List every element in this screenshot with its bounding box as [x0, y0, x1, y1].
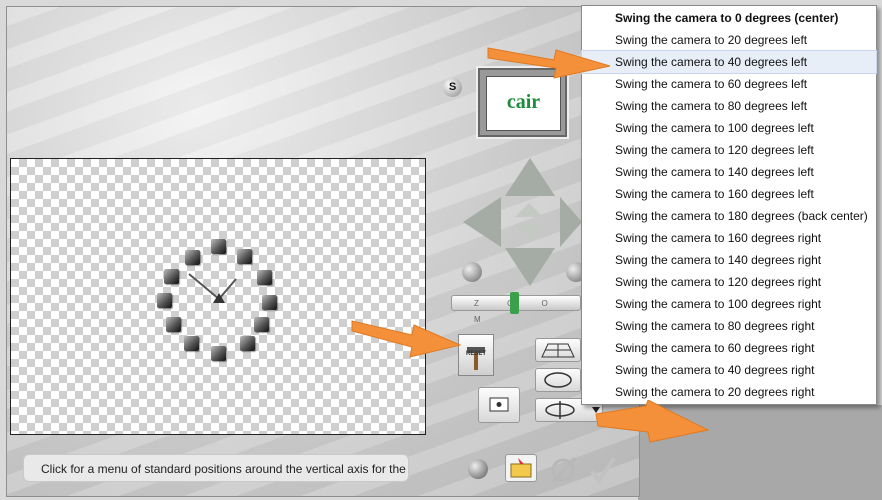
thumbnail-image: cair: [486, 76, 561, 131]
menu-item[interactable]: Swing the camera to 60 degrees right: [582, 337, 876, 359]
camera-view-icon: [489, 397, 509, 412]
menu-item[interactable]: Swing the camera to 0 degrees (center): [582, 7, 876, 29]
menu-item[interactable]: Swing the camera to 160 degrees right: [582, 227, 876, 249]
swing-positions-menu: Swing the camera to 0 degrees (center) S…: [581, 5, 877, 405]
rotate-left-button[interactable]: [462, 262, 482, 282]
orbit-button[interactable]: [535, 368, 581, 392]
menu-item[interactable]: Swing the camera to 160 degrees left: [582, 183, 876, 205]
clock-cube: [166, 317, 181, 332]
menu-item[interactable]: Swing the camera to 80 degrees left: [582, 95, 876, 117]
clock-cube: [240, 336, 255, 351]
menu-item-highlighted[interactable]: Swing the camera to 40 degrees left: [581, 50, 877, 74]
camera-view-button[interactable]: [478, 387, 520, 423]
menu-item[interactable]: Swing the camera to 140 degrees right: [582, 249, 876, 271]
reset-label: RESET: [466, 351, 487, 357]
callout-arrow-swing: [595, 400, 710, 443]
clock-cube: [184, 336, 199, 351]
menu-item[interactable]: Swing the camera to 140 degrees left: [582, 161, 876, 183]
callout-arrow-reset: [351, 320, 462, 358]
menu-item[interactable]: Swing the camera to 120 degrees left: [582, 139, 876, 161]
clock-cube: [164, 269, 179, 284]
clock-cube: [254, 317, 269, 332]
arrow-right-icon[interactable]: [560, 197, 582, 247]
s-button[interactable]: S: [443, 78, 462, 97]
menu-item[interactable]: Swing the camera to 100 degrees right: [582, 293, 876, 315]
clock-cube: [257, 270, 272, 285]
cancel-icon[interactable]: [549, 455, 579, 485]
clock-cube: [157, 293, 172, 308]
grid-floor-button[interactable]: [535, 338, 581, 362]
clock-hands: [188, 273, 237, 303]
menu-item[interactable]: Swing the camera to 40 degrees right: [582, 359, 876, 381]
orbit-icon: [544, 372, 572, 388]
status-tooltip: Click for a menu of standard positions a…: [23, 454, 409, 482]
menu-item[interactable]: Swing the camera to 100 degrees left: [582, 117, 876, 139]
menu-item[interactable]: Swing the camera to 120 degrees right: [582, 271, 876, 293]
grid-floor-icon: [541, 343, 575, 358]
preview-canvas[interactable]: [10, 158, 426, 435]
arrow-left-icon[interactable]: [463, 197, 501, 247]
arrow-down-icon[interactable]: [505, 248, 555, 286]
clock-cube: [211, 346, 226, 361]
menu-item[interactable]: Swing the camera to 60 degrees left: [582, 73, 876, 95]
folder-icon: [510, 458, 532, 478]
clock-cube: [211, 239, 226, 254]
small-up-icon[interactable]: [515, 203, 543, 217]
arrow-up-icon[interactable]: [505, 158, 555, 196]
grid-toggle-icon[interactable]: [468, 459, 488, 479]
ok-checkmark-icon[interactable]: [588, 455, 618, 485]
open-folder-button[interactable]: [505, 454, 537, 482]
menu-item[interactable]: Swing the camera to 20 degrees left: [582, 29, 876, 51]
menu-item[interactable]: Swing the camera to 80 degrees right: [582, 315, 876, 337]
clock-cube: [262, 295, 277, 310]
menu-item[interactable]: Swing the camera to 180 degrees (back ce…: [582, 205, 876, 227]
zoom-slider-thumb[interactable]: [510, 292, 519, 314]
callout-arrow-top: [487, 47, 611, 79]
small-down-icon[interactable]: [515, 225, 543, 239]
